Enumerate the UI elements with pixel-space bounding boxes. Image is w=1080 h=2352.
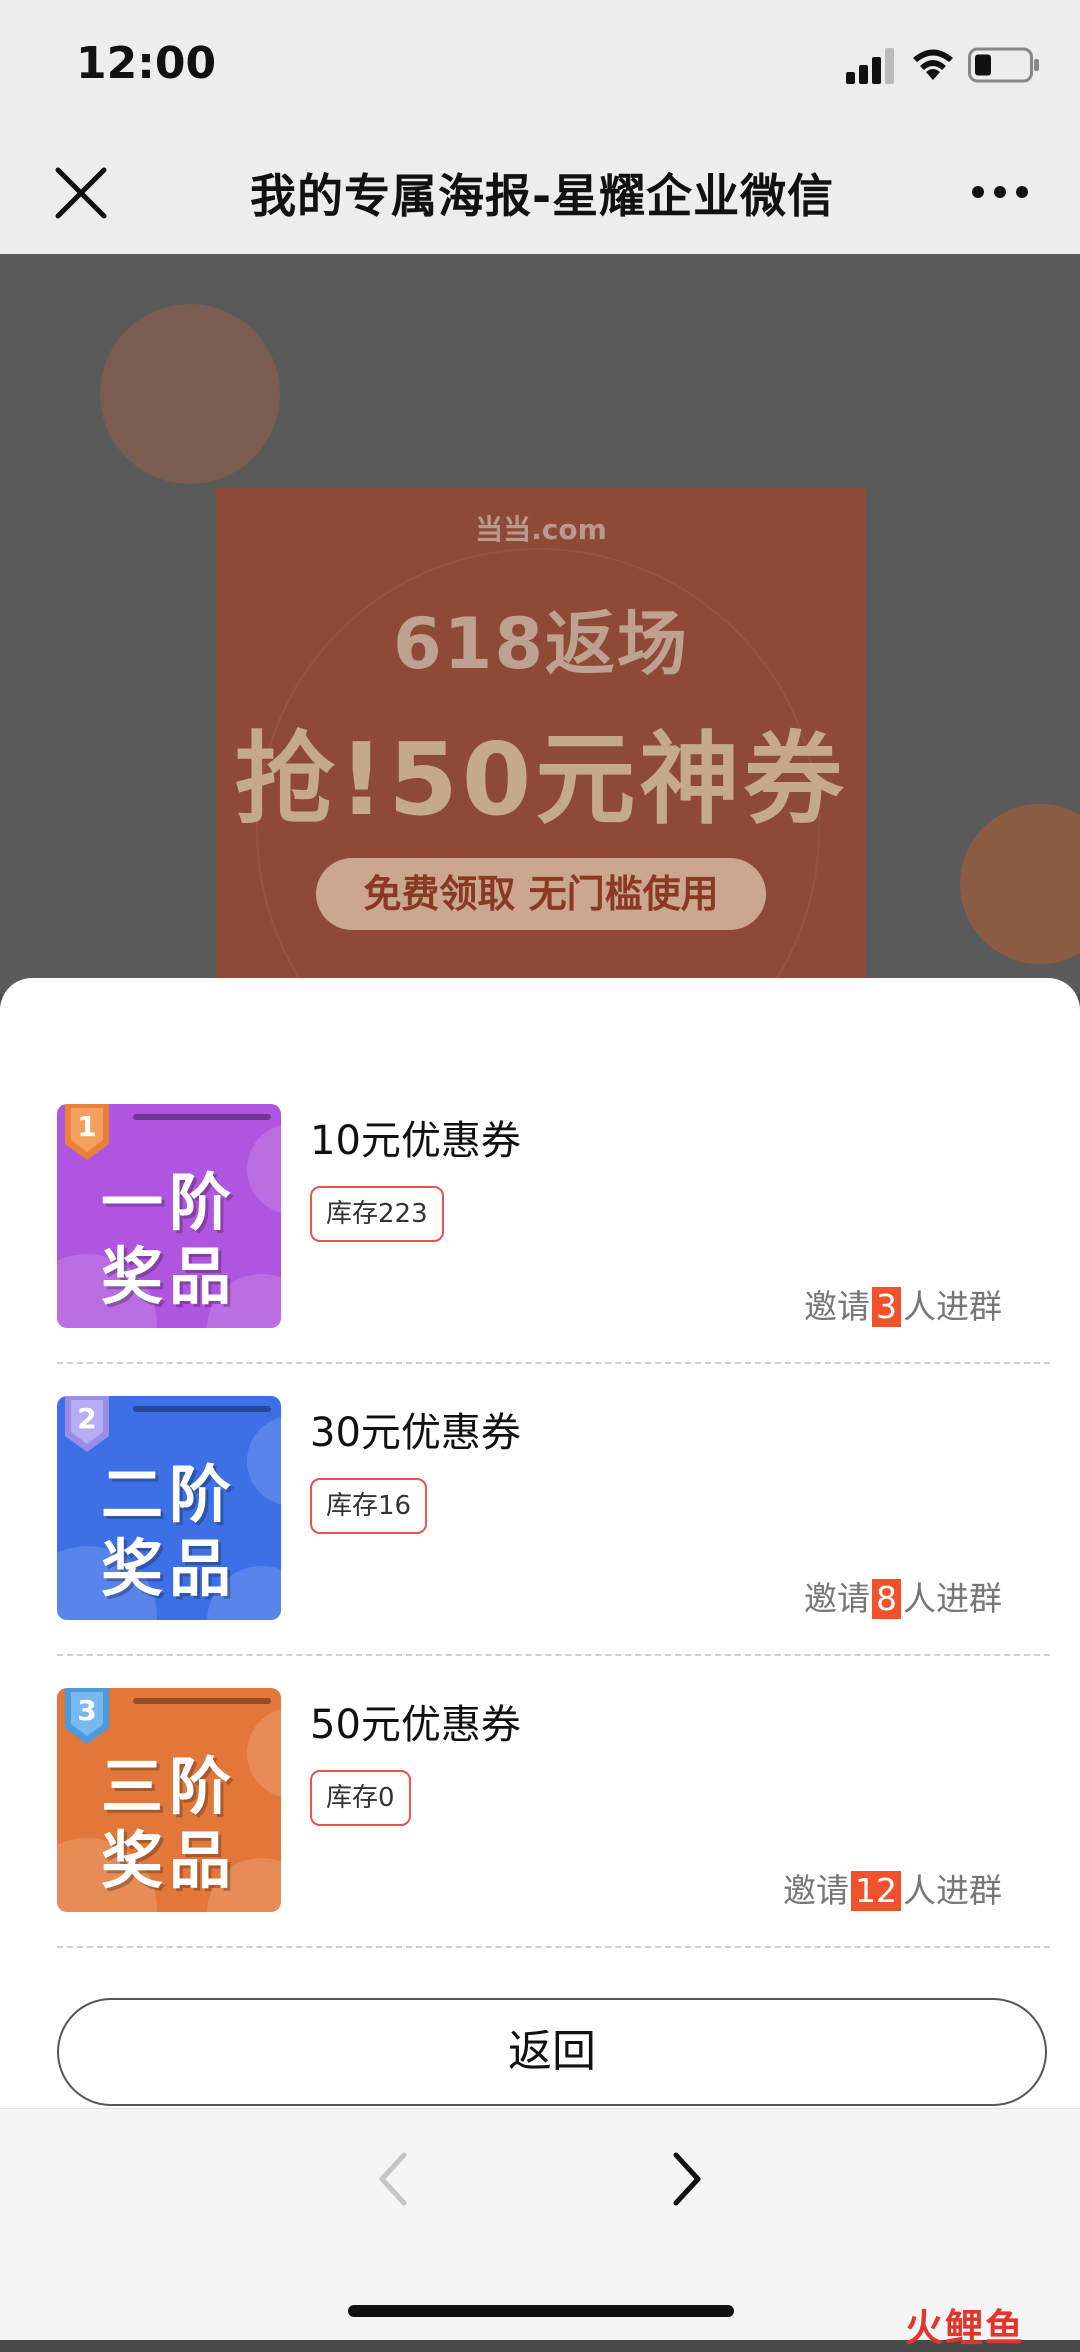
row-divider (57, 1946, 1050, 1948)
reward-tier-line2: 奖品 (100, 1824, 237, 1897)
status-time: 12:00 (76, 38, 217, 89)
invite-requirement: 邀请 12 人进群 (783, 1864, 1002, 1912)
reward-row: 3 三阶 奖品 50元优惠券 库存0 邀请 12 人进群 (0, 1562, 1080, 1948)
more-options-icon[interactable] (970, 180, 1030, 204)
home-indicator (348, 2305, 734, 2317)
nav-bar: 我的专属海报-星耀企业微信 (0, 130, 1080, 255)
chevron-left-icon[interactable] (374, 2149, 414, 2209)
rank-number: 1 (77, 1110, 97, 1143)
stock-badge: 库存223 (310, 1186, 444, 1242)
watermark: 火鲤鱼 (905, 2306, 1026, 2350)
stock-badge: 库存16 (310, 1478, 428, 1534)
rank-number: 3 (77, 1694, 97, 1727)
decoration-circle (960, 804, 1080, 964)
promo-poster: 当当.com 618返场 抢!50元神券 免费领取 无门槛使用 (216, 488, 866, 994)
reward-name: 30元优惠券 (310, 1410, 521, 1456)
chevron-right-icon[interactable] (666, 2149, 706, 2209)
rewards-sheet: 1 一阶 奖品 10元优惠券 库存223 邀请 3 人进群 2 二阶 奖品 30元优… (0, 978, 1080, 2108)
browser-toolbar: 火鲤鱼 (0, 2108, 1080, 2350)
reward-row: 1 一阶 奖品 10元优惠券 库存223 邀请 3 人进群 (0, 978, 1080, 1364)
poster-logo: 当当.com (475, 513, 607, 546)
wifi-icon (913, 49, 953, 80)
rank-number: 2 (77, 1402, 97, 1435)
status-bar: 12:00 (0, 0, 1080, 130)
close-icon[interactable] (52, 164, 110, 222)
poster-background: 当当.com 618返场 抢!50元神券 免费领取 无门槛使用 (0, 254, 1080, 994)
back-button[interactable]: 返回 (57, 1998, 1047, 2106)
battery-icon (968, 47, 1039, 83)
invite-suffix: 人进群 (903, 1871, 1002, 1910)
stock-badge: 库存0 (310, 1770, 411, 1826)
reward-row: 2 二阶 奖品 30元优惠券 库存16 邀请 8 人进群 (0, 1270, 1080, 1656)
poster-button: 免费领取 无门槛使用 (316, 858, 766, 930)
invite-prefix: 邀请 (783, 1871, 849, 1910)
reward-name: 50元优惠券 (310, 1702, 521, 1748)
reward-name: 10元优惠券 (310, 1118, 521, 1164)
cellular-signal-icon (846, 48, 894, 84)
reward-thumbnail: 3 三阶 奖品 (57, 1688, 281, 1912)
poster-headline: 抢!50元神券 (234, 721, 848, 838)
poster-heading: 618返场 (392, 603, 690, 685)
decoration-circle (100, 304, 280, 484)
invite-count: 12 (851, 1871, 901, 1911)
page-title: 我的专属海报-星耀企业微信 (250, 169, 835, 223)
